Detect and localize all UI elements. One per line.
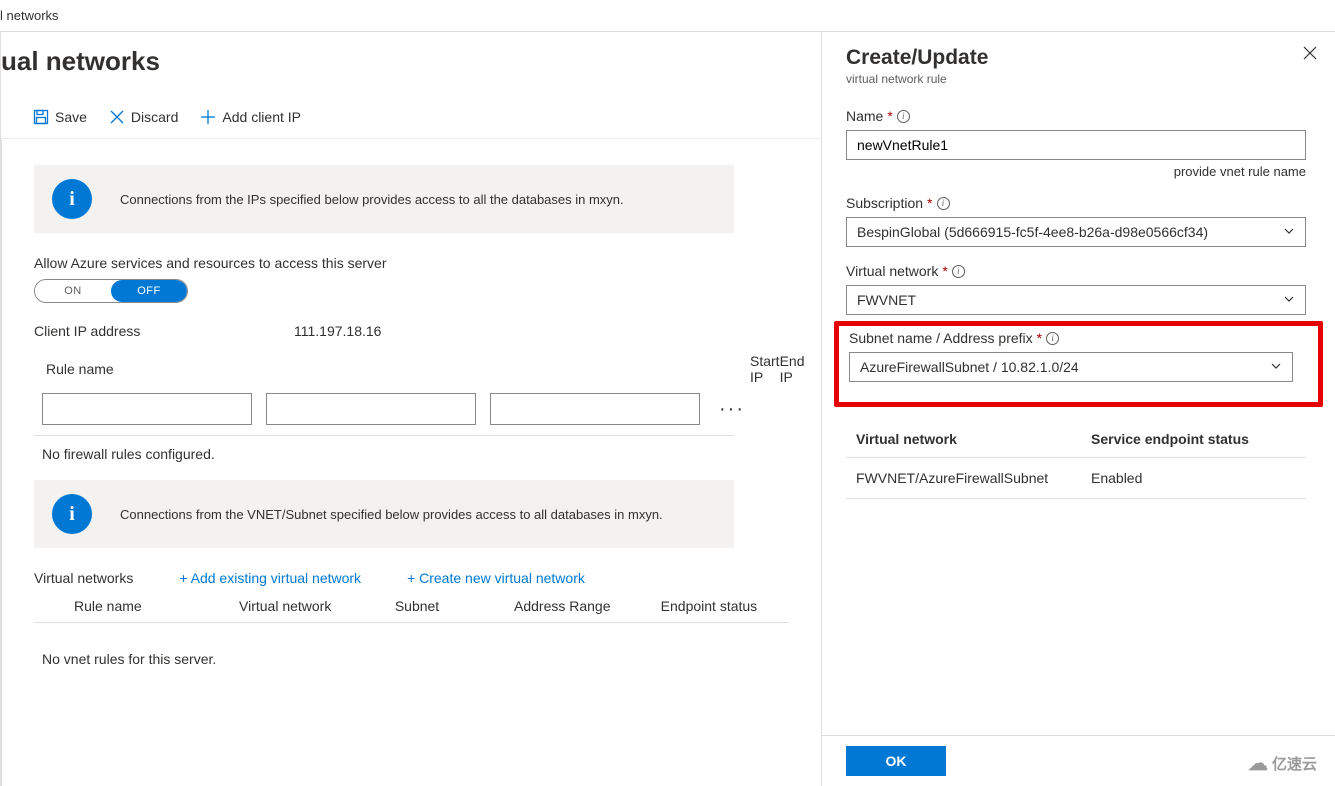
toggle-on: ON bbox=[35, 280, 111, 302]
create-new-vnet-link[interactable]: + Create new virtual network bbox=[407, 570, 585, 586]
subscription-field-label: Subscription * i bbox=[846, 195, 1311, 211]
subnet-highlight: Subnet name / Address prefix * i AzureFi… bbox=[834, 321, 1323, 407]
col-endpoint-status: Service endpoint status bbox=[1091, 431, 1296, 447]
col-virtual-network: Virtual network bbox=[856, 431, 1091, 447]
vnet-info-text: Connections from the VNET/Subnet specifi… bbox=[120, 507, 663, 522]
toggle-off: OFF bbox=[111, 280, 187, 302]
rule-name-input[interactable] bbox=[42, 393, 252, 425]
col-subnet: Subnet bbox=[395, 598, 514, 614]
panel-subtitle: virtual network rule bbox=[846, 72, 1311, 86]
vnet-table-header: Rule name Virtual network Subnet Address… bbox=[34, 598, 789, 614]
info-icon[interactable]: i bbox=[937, 197, 950, 210]
info-icon: i bbox=[52, 494, 92, 534]
panel-title: Create/Update bbox=[846, 46, 1311, 70]
save-icon bbox=[33, 109, 49, 125]
name-field-label: Name * i bbox=[846, 108, 1311, 124]
chevron-down-icon bbox=[1270, 359, 1282, 375]
allow-azure-toggle[interactable]: ON OFF bbox=[34, 279, 188, 303]
ok-button[interactable]: OK bbox=[846, 746, 946, 776]
col-rule-name: Rule name bbox=[34, 353, 750, 393]
col-rule-name: Rule name bbox=[74, 598, 239, 614]
table-row: FWVNET/AzureFirewallSubnet Enabled bbox=[846, 458, 1306, 499]
subscription-label-text: Subscription bbox=[846, 195, 923, 211]
client-ip-label: Client IP address bbox=[34, 323, 254, 339]
subnet-field-label: Subnet name / Address prefix * i bbox=[849, 330, 1308, 346]
start-ip-input[interactable] bbox=[266, 393, 476, 425]
add-client-ip-button[interactable]: Add client IP bbox=[200, 109, 301, 125]
ip-info-text: Connections from the IPs specified below… bbox=[120, 192, 624, 207]
chevron-down-icon bbox=[1283, 224, 1295, 240]
row-more-button[interactable]: ··· bbox=[714, 396, 750, 422]
col-virtual-network: Virtual network bbox=[239, 598, 395, 614]
page-title: ual networks bbox=[1, 32, 821, 95]
toolbar: Save Discard Add client IP bbox=[1, 95, 821, 139]
endpoint-table: Virtual network Service endpoint status … bbox=[846, 425, 1306, 499]
info-icon[interactable]: i bbox=[897, 110, 910, 123]
subnet-value: AzureFirewallSubnet / 10.82.1.0/24 bbox=[860, 359, 1079, 375]
ip-info-banner: i Connections from the IPs specified bel… bbox=[34, 165, 734, 233]
subscription-value: BespinGlobal (5d666915-fc5f-4ee8-b26a-d9… bbox=[857, 224, 1208, 240]
info-icon: i bbox=[52, 179, 92, 219]
save-button[interactable]: Save bbox=[33, 109, 87, 125]
no-firewall-text: No firewall rules configured. bbox=[34, 446, 789, 480]
name-hint: provide vnet rule name bbox=[846, 164, 1306, 179]
add-client-ip-label: Add client IP bbox=[222, 109, 301, 125]
chevron-down-icon bbox=[1283, 292, 1295, 308]
close-icon bbox=[1303, 46, 1317, 60]
col-endpoint-status: Endpoint status bbox=[661, 598, 789, 614]
discard-button[interactable]: Discard bbox=[109, 109, 178, 125]
name-label-text: Name bbox=[846, 108, 883, 124]
subnet-label-text: Subnet name / Address prefix bbox=[849, 330, 1033, 346]
vnet-label-text: Virtual network bbox=[846, 263, 938, 279]
panel-footer: OK bbox=[822, 735, 1335, 786]
col-start-ip: Start IP bbox=[750, 353, 780, 393]
name-input[interactable] bbox=[846, 130, 1306, 160]
breadcrumb: l networks bbox=[0, 0, 1335, 32]
vnet-info-banner: i Connections from the VNET/Subnet speci… bbox=[34, 480, 734, 548]
x-icon bbox=[109, 109, 125, 125]
virtual-networks-label: Virtual networks bbox=[34, 570, 133, 586]
col-address-range: Address Range bbox=[514, 598, 661, 614]
client-ip-value: 111.197.18.16 bbox=[294, 323, 381, 339]
subscription-dropdown[interactable]: BespinGlobal (5d666915-fc5f-4ee8-b26a-d9… bbox=[846, 217, 1306, 247]
row-vnet-value: FWVNET/AzureFirewallSubnet bbox=[856, 470, 1091, 486]
main-content: ual networks Save Discard Add client IP … bbox=[0, 32, 821, 786]
end-ip-input[interactable] bbox=[490, 393, 700, 425]
row-status-value: Enabled bbox=[1091, 470, 1296, 486]
subnet-dropdown[interactable]: AzureFirewallSubnet / 10.82.1.0/24 bbox=[849, 352, 1293, 382]
allow-azure-label: Allow Azure services and resources to ac… bbox=[34, 255, 789, 271]
vnet-field-label: Virtual network * i bbox=[846, 263, 1311, 279]
vnet-value: FWVNET bbox=[857, 292, 916, 308]
info-icon[interactable]: i bbox=[1046, 332, 1059, 345]
close-panel-button[interactable] bbox=[1303, 46, 1317, 63]
save-label: Save bbox=[55, 109, 87, 125]
breadcrumb-text: l networks bbox=[0, 8, 59, 23]
col-end-ip: End IP bbox=[780, 353, 805, 393]
plus-icon bbox=[200, 109, 216, 125]
discard-label: Discard bbox=[131, 109, 178, 125]
create-update-panel: Create/Update virtual network rule Name … bbox=[821, 32, 1335, 786]
no-vnet-text: No vnet rules for this server. bbox=[34, 633, 789, 685]
info-icon[interactable]: i bbox=[952, 265, 965, 278]
add-existing-vnet-link[interactable]: + Add existing virtual network bbox=[179, 570, 361, 586]
virtual-network-dropdown[interactable]: FWVNET bbox=[846, 285, 1306, 315]
